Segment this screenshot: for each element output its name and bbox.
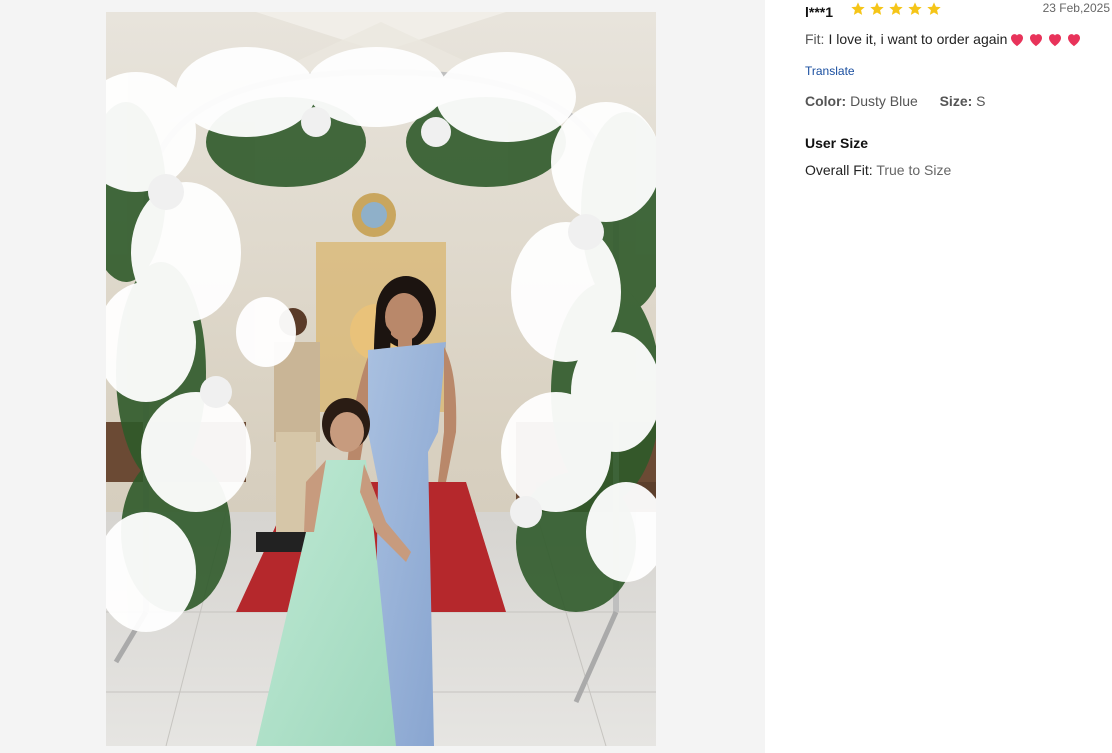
overall-fit: Overall Fit: True to Size	[805, 162, 951, 178]
review-details: l***1 23 Feb,2025 Fit: I love it, i want…	[805, 0, 1110, 178]
heart-icon	[1011, 33, 1024, 46]
size-label: Size:	[939, 93, 973, 109]
heart-icon	[1068, 33, 1081, 46]
heart-icon	[1049, 33, 1062, 46]
translate-link[interactable]: Translate	[805, 64, 855, 78]
color-label: Color:	[805, 93, 847, 109]
user-size-heading: User Size	[805, 135, 869, 151]
size-value: S	[976, 93, 986, 109]
star-icon	[851, 2, 865, 15]
review-header: l***1 23 Feb,2025	[805, 0, 1110, 22]
star-icon	[870, 2, 884, 15]
review-photo[interactable]	[106, 12, 656, 746]
star-icon	[927, 2, 941, 15]
photo-panel	[0, 0, 765, 753]
heart-emojis	[1009, 32, 1082, 47]
review-date: 23 Feb,2025	[1042, 1, 1110, 15]
fit-text: I love it, i want to order again	[828, 31, 1008, 47]
fit-label: Fit:	[805, 31, 825, 47]
star-icon	[889, 2, 903, 15]
overall-fit-label: Overall Fit:	[805, 162, 873, 178]
review-viewer: l***1 23 Feb,2025 Fit: I love it, i want…	[0, 0, 1112, 753]
star-icon	[908, 2, 922, 15]
review-text: Fit: I love it, i want to order again	[805, 31, 1082, 47]
star-rating	[850, 1, 942, 17]
overall-fit-value: True to Size	[876, 162, 952, 178]
heart-icon	[1030, 33, 1043, 46]
reviewer-name: l***1	[805, 4, 834, 20]
review-photo-illustration	[106, 12, 656, 746]
purchase-attributes: Color: Dusty Blue Size: S	[805, 93, 986, 109]
color-value: Dusty Blue	[850, 93, 918, 109]
